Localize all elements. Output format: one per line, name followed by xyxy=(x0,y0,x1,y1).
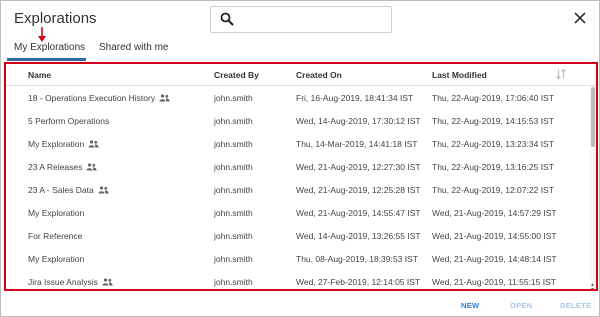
row-name-text: 23 A - Sales Data xyxy=(28,185,94,195)
row-last-modified: Wed, 21-Aug-2019, 14:57:29 IST xyxy=(432,208,557,218)
scroll-down-arrow-icon[interactable]: ▼ xyxy=(590,287,595,289)
row-last-modified: Thu, 22-Aug-2019, 17:06:40 IST xyxy=(432,93,554,103)
row-name-text: For Reference xyxy=(28,231,83,241)
row-name: 5 Perform Operations xyxy=(28,116,109,126)
tab-my-explorations[interactable]: My Explorations xyxy=(14,42,85,53)
shared-users-icon xyxy=(102,278,113,286)
sort-icon[interactable] xyxy=(555,68,567,80)
row-created-on: Wed, 27-Feb-2019, 12:14:05 IST xyxy=(296,277,421,287)
row-name-text: My Exploration xyxy=(28,254,85,264)
delete-button[interactable]: DELETE xyxy=(560,301,591,310)
column-header-name[interactable]: Name xyxy=(28,70,51,80)
row-name: 18 - Operations Execution History xyxy=(28,93,170,103)
row-last-modified: Thu, 22-Aug-2019, 14:15:53 IST xyxy=(432,116,554,126)
column-header-created-by[interactable]: Created By xyxy=(214,70,259,80)
red-arrow-annotation-icon xyxy=(38,27,46,42)
explorations-dialog: Explorations My Explorations Shared with… xyxy=(0,0,600,317)
row-name-text: 18 - Operations Execution History xyxy=(28,93,156,103)
row-created-by: john.smith xyxy=(214,116,253,126)
row-created-on: Thu, 08-Aug-2019, 18:39:53 IST xyxy=(296,254,418,264)
table-row[interactable]: My Exploration john.smith Wed, 21-Aug-2019… xyxy=(6,201,590,224)
row-created-by: john.smith xyxy=(214,208,253,218)
table-row[interactable]: 18 - Operations Execution History john.sm… xyxy=(6,86,590,109)
row-created-by: john.smith xyxy=(214,185,253,195)
row-name-text: My Exploration xyxy=(28,139,85,149)
column-header-created-on[interactable]: Created On xyxy=(296,70,342,80)
table-row[interactable]: For Reference john.smith Wed, 14-Aug-2019,… xyxy=(6,224,590,247)
row-created-on: Wed, 21-Aug-2019, 14:55:47 IST xyxy=(296,208,421,218)
shared-users-icon xyxy=(98,186,109,194)
row-created-on: Fri, 16-Aug-2019, 18:41:34 IST xyxy=(296,93,414,103)
table-row[interactable]: Jira Issue Analysis john.smith Wed, 27-Feb… xyxy=(6,270,590,289)
row-created-on: Thu, 14-Mar-2019, 14:41:18 IST xyxy=(296,139,418,149)
row-created-by: john.smith xyxy=(214,139,253,149)
row-created-by: john.smith xyxy=(214,162,253,172)
row-name: 23 A Releases xyxy=(28,162,97,172)
table-row[interactable]: My Exploration john.smith Thu, 14-Mar-2019… xyxy=(6,132,590,155)
row-created-by: john.smith xyxy=(214,231,253,241)
row-name-text: 23 A Releases xyxy=(28,162,83,172)
row-created-by: john.smith xyxy=(214,93,253,103)
shared-users-icon xyxy=(88,140,99,148)
vertical-scrollbar[interactable]: ▲ ▼ xyxy=(590,86,596,289)
row-last-modified: Thu, 22-Aug-2019, 13:16:25 IST xyxy=(432,162,554,172)
row-last-modified: Thu, 22-Aug-2019, 13:23:34 IST xyxy=(432,139,554,149)
row-last-modified: Wed, 21-Aug-2019, 14:48:14 IST xyxy=(432,254,557,264)
column-header-last-modified[interactable]: Last Modified xyxy=(432,70,487,80)
shared-users-icon xyxy=(159,94,170,102)
tab-shared-with-me[interactable]: Shared with me xyxy=(99,42,168,53)
row-name: For Reference xyxy=(28,231,82,241)
close-icon[interactable] xyxy=(573,11,587,25)
row-name: 23 A - Sales Data xyxy=(28,185,109,195)
row-name: My Exploration xyxy=(28,139,99,149)
shared-users-icon xyxy=(86,163,97,171)
row-last-modified: Wed, 21-Aug-2019, 11:55:15 IST xyxy=(432,277,556,287)
explorations-table: Name Created By Created On Last Modified… xyxy=(4,62,598,291)
dialog-title: Explorations xyxy=(14,10,97,27)
row-name-text: My Exploration xyxy=(28,208,85,218)
scrollbar-thumb[interactable] xyxy=(591,87,595,147)
row-name: My Exploration xyxy=(28,254,84,264)
active-tab-indicator xyxy=(7,58,86,61)
row-created-on: Wed, 21-Aug-2019, 12:25:28 IST xyxy=(296,185,421,195)
table-row[interactable]: 23 A Releases john.smith Wed, 21-Aug-2019,… xyxy=(6,155,590,178)
row-name-text: 5 Perform Operations xyxy=(28,116,110,126)
row-created-by: john.smith xyxy=(214,254,253,264)
open-button[interactable]: OPEN xyxy=(510,301,532,310)
row-name: My Exploration xyxy=(28,208,84,218)
row-name: Jira Issue Analysis xyxy=(28,277,113,287)
tab-bar: My Explorations Shared with me xyxy=(1,37,600,62)
search-icon xyxy=(220,12,234,26)
table-row[interactable]: My Exploration john.smith Thu, 08-Aug-2019… xyxy=(6,247,590,270)
row-created-on: Wed, 14-Aug-2019, 13:26:55 IST xyxy=(296,231,421,241)
row-last-modified: Wed, 21-Aug-2019, 14:55:00 IST xyxy=(432,231,557,241)
row-created-on: Wed, 21-Aug-2019, 12:27:30 IST xyxy=(296,162,421,172)
table-row[interactable]: 23 A - Sales Data john.smith Wed, 21-Aug-2… xyxy=(6,178,590,201)
new-button[interactable]: NEW xyxy=(461,301,479,310)
row-last-modified: Thu, 22-Aug-2019, 12:07:22 IST xyxy=(432,185,554,195)
table-header: Name Created By Created On Last Modified xyxy=(6,64,596,86)
search-input[interactable] xyxy=(210,6,392,33)
row-name-text: Jira Issue Analysis xyxy=(28,277,98,287)
row-created-by: john.smith xyxy=(214,277,253,287)
table-row[interactable]: 5 Perform Operations john.smith Wed, 14-Au… xyxy=(6,109,590,132)
row-created-on: Wed, 14-Aug-2019, 17:30:12 IST xyxy=(296,116,421,126)
